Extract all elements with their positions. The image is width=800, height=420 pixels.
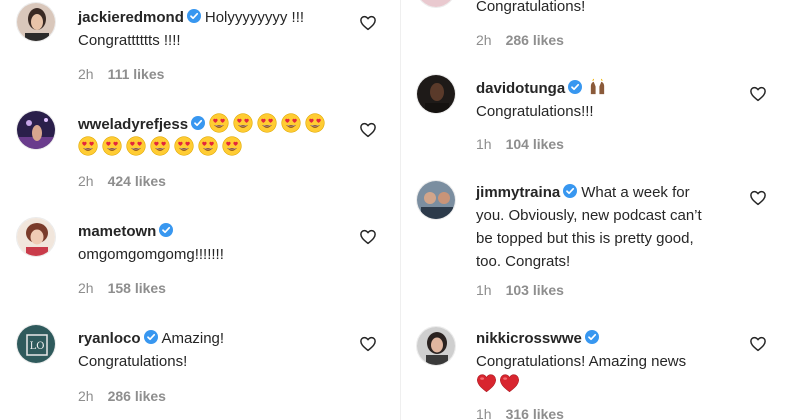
heart-eyes-emoji-icon <box>222 136 242 156</box>
likes-count[interactable]: 286 likes <box>108 388 166 404</box>
heart-eyes-emoji-icon <box>257 113 277 133</box>
comment-line: Congratttttts !!!! <box>78 32 181 49</box>
comment-line: Congratulations! Amazing news <box>476 353 687 370</box>
comment-meta: 2h 111 likes <box>78 66 164 82</box>
comment-line: Congratulations! <box>78 353 188 370</box>
timestamp: 2h <box>78 173 94 189</box>
verified-badge-icon <box>143 330 158 344</box>
timestamp: 2h <box>476 32 492 48</box>
comment-text: mametown omgomgomgomg!!!!!!! <box>78 220 378 266</box>
username[interactable]: nikkicrosswwe <box>476 330 582 347</box>
comment-meta: 1h 316 likes <box>476 406 564 420</box>
comment-meta: 2h 286 likes <box>476 32 564 48</box>
comment-line: Amazing! <box>161 330 225 347</box>
verified-badge-icon <box>584 330 599 344</box>
comments-column-left: jackieredmond Holyyyyyyyy !!! Congrattttt… <box>0 0 400 420</box>
avatar[interactable] <box>416 326 456 366</box>
heart-eyes-emoji-icon <box>305 113 325 133</box>
avatar[interactable]: LO <box>16 324 56 364</box>
username[interactable]: jackieredmond <box>78 9 184 26</box>
timestamp: 2h <box>78 388 94 404</box>
like-heart-icon[interactable] <box>359 14 377 32</box>
verified-badge-icon <box>159 223 174 237</box>
avatar[interactable] <box>416 0 456 8</box>
red-heart-emoji-icon <box>499 373 520 393</box>
comment-line: Holyyyyyyyy !!! <box>204 9 305 26</box>
likes-count[interactable]: 316 likes <box>506 406 564 420</box>
verified-badge-icon <box>186 9 201 23</box>
username[interactable]: ryanloco <box>78 330 141 347</box>
like-heart-icon[interactable] <box>749 85 767 103</box>
verified-badge-icon <box>563 184 578 198</box>
comment-line: Congratulations!!! <box>476 103 594 120</box>
comment-text: jimmytraina What a week for you. Obviousl… <box>476 181 776 273</box>
comment-meta: 1h 103 likes <box>476 282 564 298</box>
username[interactable]: mametown <box>78 223 156 240</box>
comment-line: What a week for <box>581 184 690 201</box>
comment-meta: 2h 424 likes <box>78 173 166 189</box>
likes-count[interactable]: 103 likes <box>506 282 564 298</box>
comment-meta: 1h 104 likes <box>476 136 564 152</box>
comment-line: Congratulations! <box>476 0 586 15</box>
avatar[interactable] <box>16 2 56 42</box>
username[interactable]: jimmytraina <box>476 184 560 201</box>
comment-text: ryanloco Amazing! Congratulations! <box>78 327 378 373</box>
avatar[interactable] <box>16 217 56 257</box>
like-heart-icon[interactable] <box>749 335 767 353</box>
comment-text: wweladyrefjess <box>78 113 378 159</box>
red-heart-emoji-icon <box>476 373 497 393</box>
timestamp: 1h <box>476 136 492 152</box>
timestamp: 2h <box>78 66 94 82</box>
heart-eyes-emoji-icon <box>198 136 218 156</box>
heart-eyes-emoji-icon <box>102 136 122 156</box>
comment-line: too. Congrats! <box>476 253 571 270</box>
likes-count[interactable]: 158 likes <box>108 280 166 296</box>
comment-meta: 2h 158 likes <box>78 280 166 296</box>
heart-eyes-emoji-icon <box>78 136 98 156</box>
heart-eyes-emoji-icon <box>126 136 146 156</box>
comment-line: you. Obviously, new podcast can’t <box>476 207 702 224</box>
timestamp: 2h <box>78 280 94 296</box>
timestamp: 1h <box>476 282 492 298</box>
likes-count[interactable]: 111 likes <box>108 66 165 82</box>
heart-eyes-emoji-icon <box>150 136 170 156</box>
heart-eyes-emoji-icon <box>174 136 194 156</box>
comment-text: jackieredmond Holyyyyyyyy !!! Congrattttt… <box>78 6 378 52</box>
avatar[interactable] <box>416 74 456 114</box>
heart-eyes-emoji-icon <box>281 113 301 133</box>
verified-badge-icon <box>568 80 583 94</box>
comment-line: be topped but this is pretty good, <box>476 230 694 247</box>
svg-text:LO: LO <box>30 341 45 352</box>
username[interactable]: wweladyrefjess <box>78 116 188 133</box>
like-heart-icon[interactable] <box>749 189 767 207</box>
like-heart-icon[interactable] <box>359 121 377 139</box>
timestamp: 1h <box>476 406 492 420</box>
avatar[interactable] <box>416 180 456 220</box>
comments-column-right: Congratulations! 2h 286 likes davidotunga… <box>400 0 800 420</box>
like-heart-icon[interactable] <box>359 335 377 353</box>
comment-text: Congratulations! <box>476 0 776 18</box>
comment-text: nikkicrosswwe Congratulations! Amazing n… <box>476 327 776 396</box>
likes-count[interactable]: 286 likes <box>506 32 564 48</box>
comment-text: davidotunga Congratulations!!! <box>476 77 776 123</box>
likes-count[interactable]: 104 likes <box>506 136 564 152</box>
heart-eyes-emoji-icon <box>233 113 253 133</box>
like-heart-icon[interactable] <box>359 228 377 246</box>
likes-count[interactable]: 424 likes <box>108 173 166 189</box>
username[interactable]: davidotunga <box>476 80 565 97</box>
avatar[interactable] <box>16 110 56 150</box>
raising-hands-emoji-icon <box>588 78 607 97</box>
comment-line: omgomgomgomg!!!!!!! <box>78 246 224 263</box>
comment-meta: 2h 286 likes <box>78 388 166 404</box>
heart-eyes-emoji-icon <box>209 113 229 133</box>
verified-badge-icon <box>191 116 206 130</box>
